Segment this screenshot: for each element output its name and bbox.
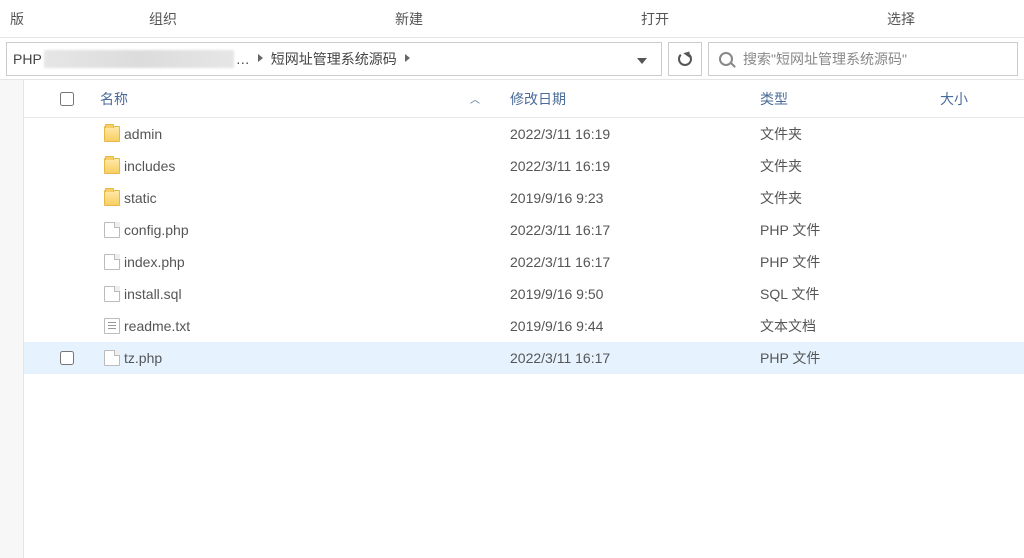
file-name: readme.txt (124, 318, 510, 334)
breadcrumb-segment-blurred (44, 50, 234, 68)
ribbon-tab-open[interactable]: 打开 (532, 0, 778, 37)
file-type: 文件夹 (760, 188, 940, 208)
file-date: 2022/3/11 16:19 (510, 126, 760, 142)
ribbon-toolbar: 版 组织 新建 打开 选择 (0, 0, 1024, 38)
breadcrumb-segment-ellipsis[interactable]: … (236, 51, 250, 67)
nav-pane-collapsed[interactable] (0, 80, 24, 558)
file-date: 2022/3/11 16:17 (510, 350, 760, 366)
search-placeholder: 搜索"短网址管理系统源码" (743, 49, 907, 69)
file-date: 2019/9/16 9:50 (510, 286, 760, 302)
ribbon-tab-organize[interactable]: 组织 (40, 0, 286, 37)
chevron-right-icon (399, 53, 416, 65)
select-all-checkbox[interactable] (60, 92, 100, 106)
refresh-button[interactable] (668, 42, 702, 76)
file-date: 2022/3/11 16:19 (510, 158, 760, 174)
ribbon-tab-new[interactable]: 新建 (286, 0, 532, 37)
file-row[interactable]: includes2022/3/11 16:19文件夹 (24, 150, 1024, 182)
file-name: includes (124, 158, 510, 174)
file-row[interactable]: tz.php2022/3/11 16:17PHP 文件 (24, 342, 1024, 374)
file-row[interactable]: install.sql2019/9/16 9:50SQL 文件 (24, 278, 1024, 310)
file-date: 2022/3/11 16:17 (510, 254, 760, 270)
address-bar-row: PHP … 短网址管理系统源码 搜索"短网址管理系统源码" (0, 38, 1024, 80)
file-icon (100, 350, 124, 366)
file-date: 2022/3/11 16:17 (510, 222, 760, 238)
file-type: PHP 文件 (760, 220, 940, 240)
file-row[interactable]: config.php2022/3/11 16:17PHP 文件 (24, 214, 1024, 246)
column-header-date[interactable]: 修改日期 (510, 89, 760, 109)
file-row[interactable]: static2019/9/16 9:23文件夹 (24, 182, 1024, 214)
refresh-icon (678, 52, 692, 66)
file-type: SQL 文件 (760, 284, 940, 304)
column-header-size[interactable]: 大小 (940, 89, 1024, 109)
file-type: 文本文档 (760, 316, 940, 336)
ribbon-tab-clipboard[interactable]: 版 (0, 0, 40, 37)
file-icon (100, 286, 124, 302)
file-date: 2019/9/16 9:44 (510, 318, 760, 334)
file-name: tz.php (124, 350, 510, 366)
text-file-icon (100, 318, 124, 334)
folder-icon (100, 190, 124, 206)
chevron-right-icon (252, 53, 269, 65)
file-type: PHP 文件 (760, 252, 940, 272)
file-row[interactable]: readme.txt2019/9/16 9:44文本文档 (24, 310, 1024, 342)
breadcrumb-dropdown[interactable] (629, 51, 655, 67)
column-header-type[interactable]: 类型 (760, 89, 940, 109)
file-name: admin (124, 126, 510, 142)
column-header-row: 名称 ︿ 修改日期 类型 大小 (24, 80, 1024, 118)
file-name: config.php (124, 222, 510, 238)
file-type: 文件夹 (760, 124, 940, 144)
column-header-name[interactable]: 名称 ︿ (100, 89, 510, 109)
file-date: 2019/9/16 9:23 (510, 190, 760, 206)
folder-icon (100, 158, 124, 174)
search-icon (719, 52, 733, 66)
file-row[interactable]: admin2022/3/11 16:19文件夹 (24, 118, 1024, 150)
column-header-label: 名称 (100, 89, 128, 109)
file-row[interactable]: index.php2022/3/11 16:17PHP 文件 (24, 246, 1024, 278)
row-checkbox[interactable] (60, 351, 100, 365)
file-icon (100, 222, 124, 238)
breadcrumb-segment[interactable]: 短网址管理系统源码 (271, 49, 397, 69)
file-name: index.php (124, 254, 510, 270)
breadcrumb[interactable]: PHP … 短网址管理系统源码 (6, 42, 662, 76)
chevron-down-icon (637, 58, 647, 64)
file-type: PHP 文件 (760, 348, 940, 368)
ribbon-tab-select[interactable]: 选择 (778, 0, 1024, 37)
file-name: install.sql (124, 286, 510, 302)
file-type: 文件夹 (760, 156, 940, 176)
sort-indicator-icon: ︿ (470, 91, 480, 106)
file-icon (100, 254, 124, 270)
search-input[interactable]: 搜索"短网址管理系统源码" (708, 42, 1018, 76)
file-list: 名称 ︿ 修改日期 类型 大小 admin2022/3/11 16:19文件夹i… (24, 80, 1024, 558)
folder-icon (100, 126, 124, 142)
breadcrumb-segment[interactable]: PHP (13, 51, 42, 67)
file-name: static (124, 190, 510, 206)
